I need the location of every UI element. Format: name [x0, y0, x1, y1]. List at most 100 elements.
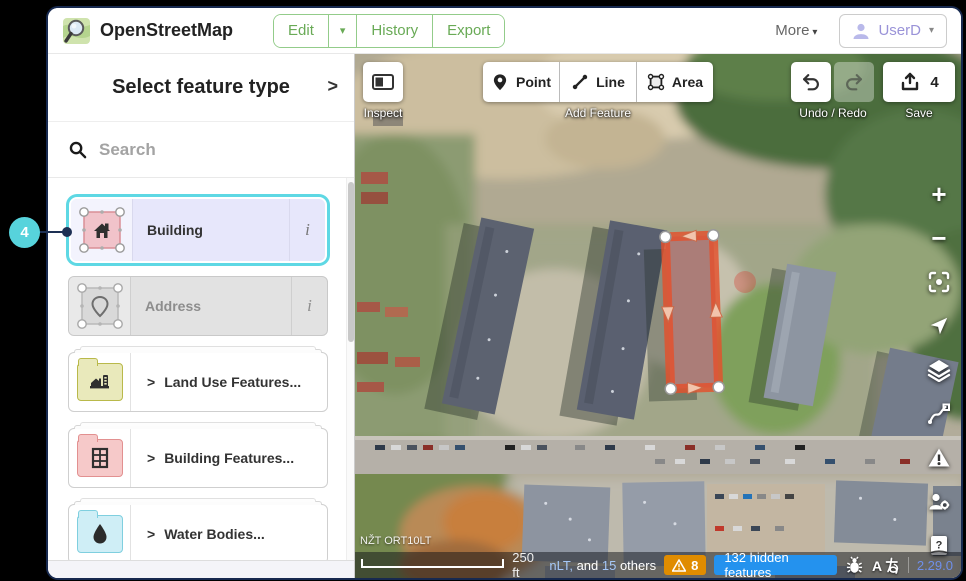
user-settings-icon	[927, 490, 951, 514]
feature-item-label: Address	[131, 277, 291, 335]
callout-anchor-dot	[62, 227, 72, 237]
attribution-link[interactable]: nLT,	[549, 558, 573, 573]
category-land-use-features[interactable]: > Land Use Features...	[68, 352, 328, 412]
info-icon[interactable]: i	[291, 277, 327, 335]
export-button[interactable]: Export	[433, 15, 504, 47]
add-line-button[interactable]: Line	[560, 62, 637, 102]
sidebar-footer	[48, 560, 354, 578]
map-canvas[interactable]: Inspect Point Line	[355, 54, 961, 578]
save-button[interactable]: 4	[883, 62, 955, 102]
selected-building-overlay	[659, 230, 725, 395]
feature-item-label: Building	[133, 199, 289, 261]
layers-button[interactable]	[925, 356, 953, 383]
focus-icon	[927, 270, 951, 294]
user-avatar-icon	[852, 22, 870, 40]
expand-chevron-icon: >	[147, 450, 155, 466]
inspect-label: Inspect	[355, 106, 411, 120]
more-caret-icon: ▾	[812, 27, 817, 38]
save-upload-icon	[899, 71, 921, 93]
scale-text: 250 ft	[512, 550, 541, 578]
category-water-bodies[interactable]: > Water Bodies...	[68, 504, 328, 560]
map-data-icon	[927, 402, 951, 426]
expand-chevron-icon: >	[147, 374, 155, 390]
point-icon	[491, 73, 509, 91]
feature-item-address[interactable]: Address i	[68, 276, 328, 336]
category-building-features[interactable]: > Building Features...	[68, 428, 328, 488]
sidebar-header: Select feature type >	[48, 54, 354, 122]
search-icon	[68, 140, 87, 159]
attribution: nLT, and 15 others	[549, 558, 656, 573]
add-area-button[interactable]: Area	[637, 62, 713, 102]
feature-type-list: Building i	[48, 178, 346, 560]
sidebar-scrollbar[interactable]	[346, 178, 354, 560]
more-menu-button[interactable]: More▾	[775, 22, 817, 39]
info-icon[interactable]: i	[289, 199, 325, 261]
scrollbar-thumb[interactable]	[348, 182, 354, 342]
osm-brand[interactable]: OpenStreetMap	[62, 16, 233, 46]
building-preset-icon	[71, 199, 133, 261]
undo-redo-label: Undo / Redo	[775, 106, 891, 120]
hidden-features-badge[interactable]: 132 hidden features	[714, 555, 837, 575]
topbar-right: More▾ UserD ▾	[775, 14, 947, 48]
warning-icon	[672, 559, 686, 572]
callout-step-badge: 4	[9, 217, 40, 248]
inspect-button[interactable]	[363, 62, 403, 102]
user-caret-icon: ▾	[929, 25, 934, 36]
edit-button[interactable]: Edit	[274, 15, 329, 47]
search-input[interactable]	[99, 140, 299, 160]
geolocate-button[interactable]	[925, 312, 953, 339]
map-data-button[interactable]	[925, 400, 953, 427]
translate-icon[interactable]: A	[872, 557, 900, 574]
search-row	[48, 122, 354, 178]
page-title: Select feature type	[112, 76, 290, 99]
zoom-in-button[interactable]: +	[925, 180, 953, 207]
edit-dropdown-caret[interactable]: ▾	[329, 15, 358, 47]
preferences-button[interactable]	[925, 488, 953, 515]
expand-chevron-icon: >	[147, 526, 155, 542]
zoom-out-button[interactable]: −	[925, 224, 953, 251]
building-features-folder-icon	[69, 429, 131, 487]
map-side-toolbar: + −	[925, 180, 953, 559]
category-label: Building Features...	[164, 450, 294, 466]
imagery-source-label: NŽT ORT10LT	[360, 535, 432, 547]
osm-logo-icon	[62, 16, 92, 46]
add-feature-group: Point Line	[483, 62, 713, 102]
map-bottom-bar: 250 ft nLT, and 15 others 8 132 hidden f…	[355, 552, 961, 578]
undo-icon	[800, 71, 822, 93]
inspect-toggle-icon	[371, 70, 395, 94]
user-menu-button[interactable]: UserD ▾	[839, 14, 947, 48]
top-navbar: OpenStreetMap Edit ▾ History Export More…	[48, 8, 961, 54]
navigation-arrow-icon	[928, 315, 950, 337]
aerial-imagery	[355, 54, 961, 578]
attribution-others-link[interactable]: 15	[602, 558, 616, 573]
add-feature-label: Add Feature	[483, 106, 713, 120]
report-bug-icon[interactable]	[845, 556, 864, 575]
zoom-to-selection-button[interactable]	[925, 268, 953, 295]
redo-button[interactable]	[834, 62, 874, 102]
feature-item-building[interactable]: Building i	[71, 199, 325, 261]
save-label: Save	[883, 106, 955, 120]
line-icon	[571, 73, 589, 91]
layers-icon	[927, 358, 951, 382]
collapse-chevron-icon[interactable]: >	[327, 76, 338, 97]
water-bodies-folder-icon	[69, 505, 131, 560]
warning-triangle-icon	[927, 446, 951, 470]
land-use-folder-icon	[69, 353, 131, 411]
area-icon	[647, 73, 665, 91]
app-window: OpenStreetMap Edit ▾ History Export More…	[48, 8, 961, 578]
address-preset-icon	[69, 277, 131, 335]
svg-text:?: ?	[936, 539, 943, 551]
bottombar-divider	[908, 557, 909, 573]
issues-button[interactable]	[925, 444, 953, 471]
edit-button-group: Edit ▾ History Export	[273, 14, 505, 48]
add-point-button[interactable]: Point	[483, 62, 560, 102]
category-label: Land Use Features...	[164, 374, 301, 390]
sidebar: Select feature type >	[48, 54, 355, 578]
version-label[interactable]: 2.29.0	[917, 558, 955, 573]
issues-count-badge[interactable]: 8	[664, 555, 706, 575]
history-button[interactable]: History	[357, 15, 433, 47]
category-label: Water Bodies...	[164, 526, 265, 542]
undo-button[interactable]	[791, 62, 831, 102]
screenshot-stage: OpenStreetMap Edit ▾ History Export More…	[0, 0, 966, 581]
brand-title: OpenStreetMap	[100, 20, 233, 41]
